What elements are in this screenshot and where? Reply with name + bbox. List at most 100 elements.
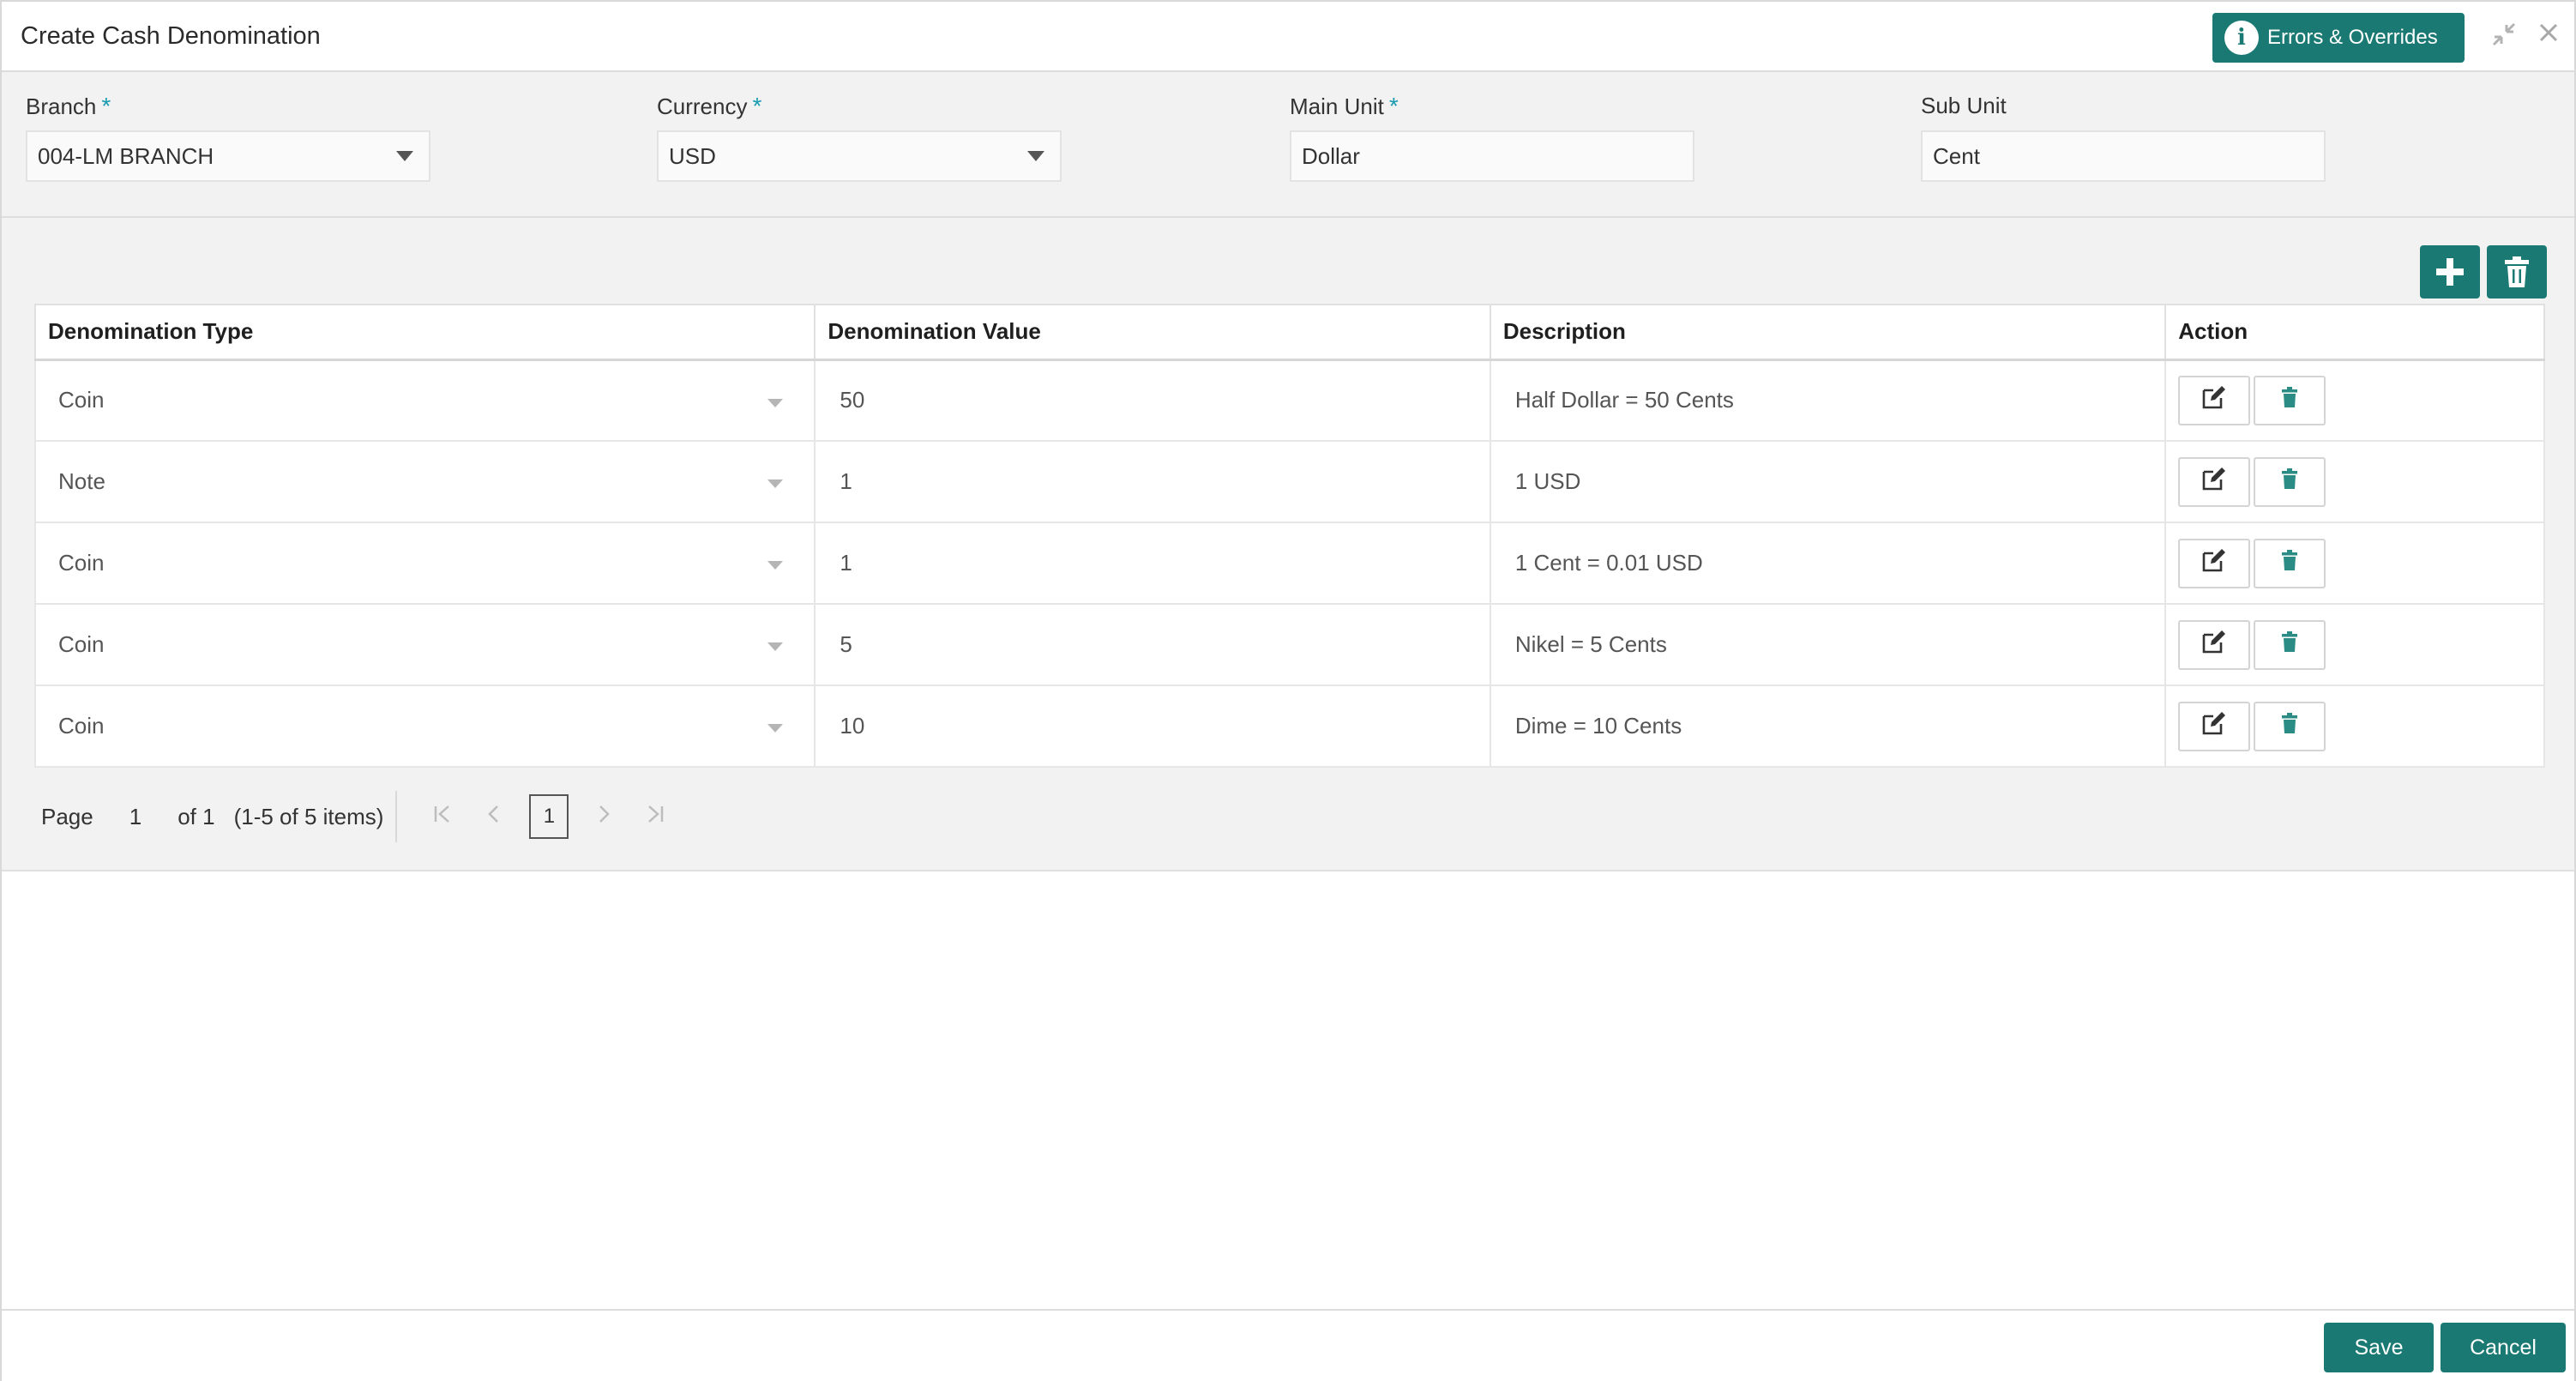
edit-row-button[interactable] bbox=[2178, 456, 2251, 507]
edit-row-button[interactable] bbox=[2178, 619, 2251, 670]
required-marker: * bbox=[752, 93, 762, 119]
delete-row-button[interactable] bbox=[2254, 375, 2326, 425]
sub-unit-field: Sub Unit Cent bbox=[1921, 93, 2326, 182]
denomination-value-cell[interactable]: 10 bbox=[814, 684, 1491, 768]
denomination-value-cell[interactable]: 5 bbox=[814, 603, 1491, 686]
edit-icon bbox=[2201, 466, 2227, 498]
trash-icon bbox=[2281, 713, 2298, 739]
edit-icon bbox=[2201, 710, 2227, 742]
main-unit-field: Main Unit * Dollar bbox=[1290, 93, 1694, 182]
action-cell bbox=[2164, 684, 2545, 768]
page-title: Create Cash Denomination bbox=[21, 22, 321, 50]
chevron-down-icon bbox=[767, 479, 784, 488]
chevron-down-icon bbox=[767, 561, 784, 570]
edit-row-button[interactable] bbox=[2178, 701, 2251, 751]
description-value: Half Dollar = 50 Cents bbox=[1514, 387, 1734, 413]
next-page-icon[interactable] bbox=[598, 804, 611, 830]
currency-value: USD bbox=[669, 142, 716, 169]
shrink-icon[interactable] bbox=[2490, 21, 2518, 53]
chevron-down-icon bbox=[396, 151, 413, 161]
column-header[interactable]: Denomination Type bbox=[33, 304, 816, 361]
description-value: 1 USD bbox=[1514, 468, 1581, 494]
plus-icon bbox=[2436, 258, 2464, 286]
denomination-type-value: Coin bbox=[58, 550, 105, 576]
delete-row-button[interactable] bbox=[2254, 538, 2326, 588]
chevron-down-icon bbox=[1027, 151, 1044, 161]
add-row-button[interactable] bbox=[2420, 245, 2480, 299]
trash-icon bbox=[2281, 387, 2298, 413]
required-marker: * bbox=[1388, 93, 1399, 119]
branch-label: Branch * bbox=[26, 93, 111, 119]
errors-overrides-label: Errors & Overrides bbox=[2267, 26, 2438, 49]
dialog-window: Create Cash Denomination i Errors & Over… bbox=[0, 0, 2576, 1381]
last-page-icon[interactable] bbox=[646, 804, 665, 830]
currency-field: Currency * USD bbox=[657, 93, 1062, 182]
sub-unit-value: Cent bbox=[1933, 142, 1980, 169]
branch-field: Branch * 004-LM BRANCH bbox=[26, 93, 430, 182]
edit-row-button[interactable] bbox=[2178, 375, 2251, 425]
chevron-down-icon bbox=[767, 724, 784, 733]
delete-row-button[interactable] bbox=[2254, 456, 2326, 507]
denomination-type-select[interactable]: Coin bbox=[33, 603, 816, 686]
edit-icon bbox=[2201, 629, 2227, 660]
table-row[interactable]: Coin 5 Nikel = 5 Cents bbox=[33, 603, 2545, 686]
delete-row-button[interactable] bbox=[2254, 701, 2326, 751]
currency-select[interactable]: USD bbox=[657, 130, 1062, 182]
main-unit-value: Dollar bbox=[1302, 142, 1360, 169]
close-icon[interactable] bbox=[2537, 21, 2561, 50]
denomination-value: 50 bbox=[840, 387, 865, 413]
denomination-type-select[interactable]: Coin bbox=[33, 684, 816, 768]
denomination-type-select[interactable]: Coin bbox=[33, 359, 816, 442]
cancel-button[interactable]: Cancel bbox=[2441, 1323, 2566, 1372]
denomination-type-select[interactable]: Coin bbox=[33, 522, 816, 605]
delete-row-button[interactable] bbox=[2254, 619, 2326, 670]
denomination-type-value: Note bbox=[58, 468, 105, 494]
page-of-label: of 1 bbox=[178, 803, 215, 829]
action-cell bbox=[2164, 522, 2545, 605]
chevron-down-icon bbox=[767, 642, 784, 651]
description-value: Nikel = 5 Cents bbox=[1514, 631, 1667, 657]
trash-icon bbox=[2281, 468, 2298, 495]
denomination-value: 10 bbox=[840, 713, 865, 739]
denomination-section: Denomination Type Denomination Value Des… bbox=[2, 218, 2574, 871]
page-number-input[interactable]: 1 bbox=[129, 804, 141, 830]
denomination-value-cell[interactable]: 1 bbox=[814, 522, 1491, 605]
table-row[interactable]: Coin 1 1 Cent = 0.01 USD bbox=[33, 522, 2545, 605]
errors-overrides-button[interactable]: i Errors & Overrides bbox=[2212, 13, 2465, 63]
description-cell[interactable]: Nikel = 5 Cents bbox=[1489, 603, 2167, 686]
main-unit-input[interactable]: Dollar bbox=[1290, 130, 1694, 182]
column-header[interactable]: Description bbox=[1489, 304, 2167, 361]
description-cell[interactable]: Dime = 10 Cents bbox=[1489, 684, 2167, 768]
denomination-value-cell[interactable]: 1 bbox=[814, 440, 1491, 523]
sub-unit-input[interactable]: Cent bbox=[1921, 130, 2326, 182]
edit-row-button[interactable] bbox=[2178, 538, 2251, 588]
delete-rows-button[interactable] bbox=[2487, 245, 2547, 299]
trash-icon bbox=[2281, 550, 2298, 576]
previous-page-icon[interactable] bbox=[486, 804, 500, 830]
description-cell[interactable]: Half Dollar = 50 Cents bbox=[1489, 359, 2167, 442]
denomination-value: 1 bbox=[840, 550, 852, 576]
denomination-value: 5 bbox=[840, 631, 852, 657]
table-row[interactable]: Note 1 1 USD bbox=[33, 440, 2545, 523]
items-count: (1-5 of 5 items) bbox=[233, 803, 384, 829]
table-row[interactable]: Coin 10 Dime = 10 Cents bbox=[33, 684, 2545, 768]
required-marker: * bbox=[101, 93, 111, 119]
action-cell bbox=[2164, 440, 2545, 523]
form-section: Branch * 004-LM BRANCH Currency * USD Main… bbox=[2, 72, 2574, 218]
description-cell[interactable]: 1 Cent = 0.01 USD bbox=[1489, 522, 2167, 605]
column-header[interactable]: Denomination Value bbox=[814, 304, 1491, 361]
description-cell[interactable]: 1 USD bbox=[1489, 440, 2167, 523]
currency-label: Currency * bbox=[657, 93, 762, 119]
description-value: Dime = 10 Cents bbox=[1514, 713, 1682, 739]
denomination-type-select[interactable]: Note bbox=[33, 440, 816, 523]
edit-icon bbox=[2201, 547, 2227, 579]
denomination-value-cell[interactable]: 50 bbox=[814, 359, 1491, 442]
denomination-type-value: Coin bbox=[58, 631, 105, 657]
branch-select[interactable]: 004-LM BRANCH bbox=[26, 130, 430, 182]
table-row[interactable]: Coin 50 Half Dollar = 50 Cents bbox=[33, 359, 2545, 442]
first-page-icon[interactable] bbox=[433, 804, 452, 830]
current-page-button[interactable]: 1 bbox=[529, 794, 569, 839]
save-button[interactable]: Save bbox=[2324, 1323, 2434, 1372]
info-icon: i bbox=[2224, 21, 2259, 55]
dialog-footer: Save Cancel bbox=[2, 1309, 2574, 1381]
